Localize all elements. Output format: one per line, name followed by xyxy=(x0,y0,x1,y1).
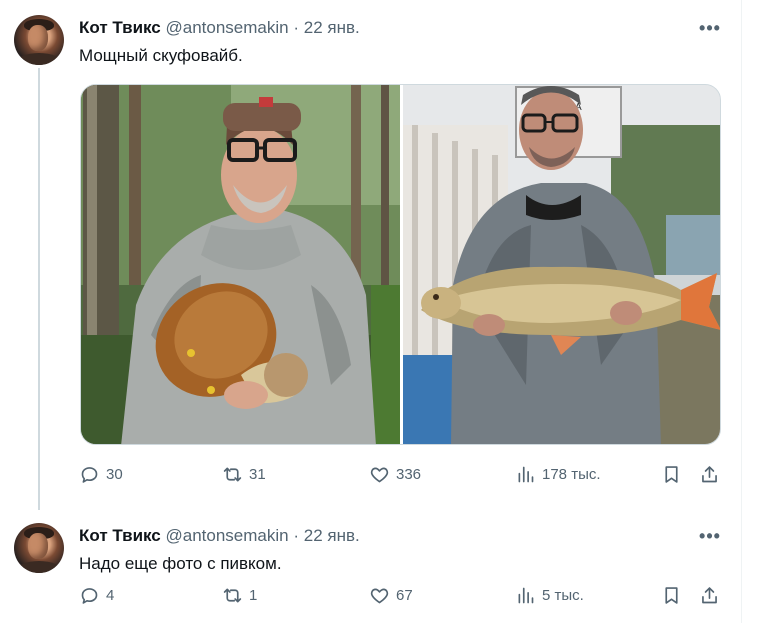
bookmark-button[interactable] xyxy=(661,584,682,606)
tweet-date[interactable]: 22 янв. xyxy=(304,18,360,37)
tweet-actions: 4 1 67 5 тыс. xyxy=(79,584,723,606)
photo-pair: ПУТИНА xyxy=(81,85,720,444)
share-icon xyxy=(702,586,717,603)
timeline-border xyxy=(741,0,742,623)
bookmark-button[interactable] xyxy=(661,463,682,485)
retweet-icon xyxy=(223,467,242,481)
retweet-count: 31 xyxy=(249,465,266,483)
avatar[interactable] xyxy=(14,15,64,65)
share-button[interactable] xyxy=(699,584,720,606)
tweet-header: Кот Твикс @antonsemakin · 22 янв. xyxy=(79,525,360,547)
like-count: 336 xyxy=(396,465,422,483)
heart-icon xyxy=(370,467,389,482)
tweet-date[interactable]: 22 янв. xyxy=(304,526,360,545)
photo-fish: ПУТИНА xyxy=(403,85,720,444)
tweet-text: Надо еще фото с пивком. xyxy=(79,554,282,573)
photo-mushroom xyxy=(81,85,400,444)
views-icon xyxy=(518,587,534,603)
more-icon[interactable]: ••• xyxy=(698,526,722,546)
views-button[interactable]: 178 тыс. xyxy=(515,463,601,485)
reply-icon xyxy=(81,587,98,604)
tweet-actions: 30 31 336 178 тыс. xyxy=(79,463,723,485)
bookmark-icon xyxy=(665,465,678,483)
bookmark-icon xyxy=(665,586,678,604)
retweet-button[interactable]: 31 xyxy=(222,463,266,485)
author-name[interactable]: Кот Твикс xyxy=(79,18,161,37)
share-button[interactable] xyxy=(699,463,720,485)
share-icon xyxy=(702,465,717,482)
heart-icon xyxy=(370,588,389,603)
views-count: 178 тыс. xyxy=(542,465,601,483)
like-count: 67 xyxy=(396,586,413,604)
tweet-media[interactable]: ПУТИНА xyxy=(80,84,721,445)
retweet-count: 1 xyxy=(249,586,258,604)
like-button[interactable]: 336 xyxy=(369,463,421,485)
views-count: 5 тыс. xyxy=(542,586,584,604)
dot-separator: · xyxy=(293,18,300,37)
reply-button[interactable]: 4 xyxy=(79,584,114,606)
like-button[interactable]: 67 xyxy=(369,584,413,606)
tweet-header: Кот Твикс @antonsemakin · 22 янв. xyxy=(79,17,360,39)
reply-count: 4 xyxy=(106,586,115,604)
author-name[interactable]: Кот Твикс xyxy=(79,526,161,545)
author-handle[interactable]: @antonsemakin xyxy=(166,18,289,37)
reply-button[interactable]: 30 xyxy=(79,463,123,485)
views-button[interactable]: 5 тыс. xyxy=(515,584,584,606)
retweet-button[interactable]: 1 xyxy=(222,584,257,606)
reply-count: 30 xyxy=(106,465,123,483)
more-icon[interactable]: ••• xyxy=(698,18,722,38)
tweet[interactable]: Кот Твикс @antonsemakin · 22 янв. ••• Мо… xyxy=(0,0,741,508)
author-handle[interactable]: @antonsemakin xyxy=(166,526,289,545)
retweet-icon xyxy=(223,588,242,602)
tweet-text: Мощный скуфовайб. xyxy=(79,46,243,65)
reply-icon xyxy=(81,466,98,483)
avatar[interactable] xyxy=(14,523,64,573)
tweet[interactable]: Кот Твикс @antonsemakin · 22 янв. ••• На… xyxy=(0,508,741,623)
views-icon xyxy=(518,466,534,482)
dot-separator: · xyxy=(293,526,300,545)
